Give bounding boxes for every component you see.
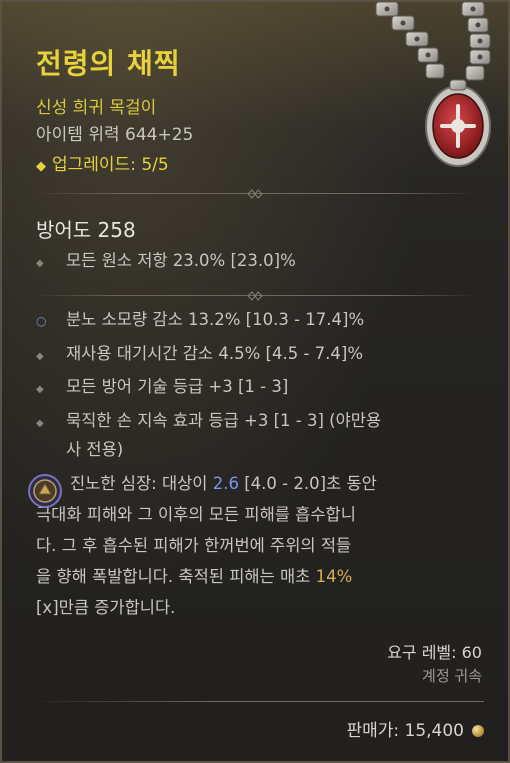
affix-text-continued: 사 전용): [66, 440, 124, 459]
upgrade-status: ◆ 업그레이드: 5/5: [36, 150, 169, 175]
legendary-text: 을 향해 폭발합니다. 축적된 피해는 매초: [36, 567, 316, 586]
sell-price-text: 판매가: 15,400: [346, 721, 464, 741]
divider-middle: [32, 291, 478, 301]
legendary-value: 14%: [315, 567, 353, 586]
affix-text: 모든 방어 기술 등급 +3 [1 - 3]: [66, 377, 289, 396]
divider-bottom: [28, 701, 484, 702]
gold-coin-icon: [472, 725, 484, 737]
legendary-line-3: 다. 그 후 흡수된 피해가 한꺼번에 주위의 적들: [36, 536, 352, 555]
affix-row: ◆ 모든 방어 기술 등급 +3 [1 - 3]: [36, 374, 288, 403]
affix-row: ○ 분노 소모량 감소 13.2% [10.3 - 17.4]%: [36, 307, 364, 334]
required-level: 요구 레벨: 60: [387, 643, 482, 662]
item-power: 아이템 위력 644+25: [36, 125, 194, 145]
legendary-line-2: 극대화 피해와 그 이후의 모든 피해를 흡수합니: [36, 505, 356, 524]
legendary-line-5: [x]만큼 증가합니다.: [36, 598, 176, 617]
legendary-line-4: 을 향해 폭발합니다. 축적된 피해는 매초 14%: [28, 561, 478, 592]
item-tooltip: 전령의 채찍 신성 희귀 목걸이 아이템 위력 644+25 ◆ 업그레이드: 5…: [0, 0, 510, 763]
divider-ornament-icon: [247, 189, 263, 199]
bullet-icon: ◆: [36, 384, 44, 395]
upgrade-diamond-icon: ◆: [36, 159, 46, 174]
item-type: 신성 희귀 목걸이: [36, 98, 157, 118]
implicit-stat-text: 모든 원소 저항 23.0% [23.0]%: [66, 251, 296, 270]
divider-top: [32, 189, 478, 199]
legendary-text: [4.0 - 2.0]초 동안: [238, 474, 377, 493]
affix-row: ◆ 묵직한 손 지속 효과 등급 +3 [1 - 3] (야만용 사 전용): [36, 408, 381, 463]
legendary-power: 진노한 심장: 대상이 2.6 [4.0 - 2.0]초 동안 극대화 피해와 …: [28, 468, 478, 623]
affix-row: ◆ 재사용 대기시간 감소 4.5% [4.5 - 7.4]%: [36, 341, 363, 370]
legendary-value: 2.6: [212, 474, 239, 493]
upgrade-label: 업그레이드: 5/5: [52, 155, 169, 175]
amulet-icon: [375, 2, 491, 167]
bullet-icon: ◆: [36, 418, 44, 429]
legendary-power-icon: [28, 474, 62, 508]
bullet-icon: ◆: [36, 351, 44, 362]
armor-value: 방어도 258: [36, 218, 136, 242]
sell-price: 판매가: 15,400: [346, 716, 484, 741]
item-name: 전령의 채찍: [36, 47, 181, 80]
affix-text: 분노 소모량 감소 13.2% [10.3 - 17.4]%: [66, 310, 365, 329]
account-bound: 계정 귀속: [422, 667, 482, 685]
affix-text: 묵직한 손 지속 효과 등급 +3 [1 - 3] (야만용: [66, 411, 382, 430]
divider-ornament-icon: [247, 291, 263, 301]
affix-text: 재사용 대기시간 감소 4.5% [4.5 - 7.4]%: [66, 344, 363, 363]
bullet-icon: ◆: [36, 258, 44, 269]
implicit-stat: ◆ 모든 원소 저항 23.0% [23.0]%: [36, 248, 296, 277]
legendary-line-1: 진노한 심장: 대상이 2.6 [4.0 - 2.0]초 동안: [28, 468, 478, 499]
greater-affix-bullet-icon: ○: [36, 314, 47, 328]
legendary-text: 진노한 심장: 대상이: [70, 474, 213, 493]
